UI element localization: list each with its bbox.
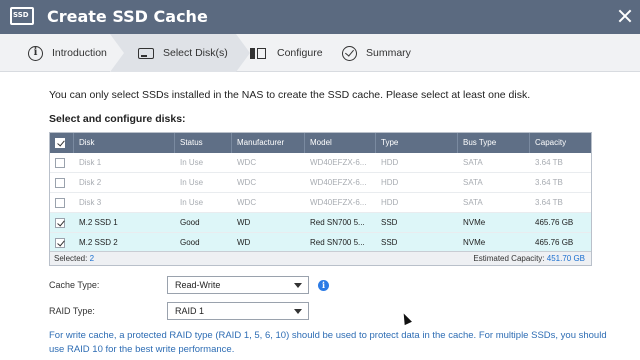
table-row[interactable]: M.2 SSD 2 Good WD Red SN700 5... SSD NVM… [50, 233, 591, 253]
cell-capacity: 3.64 TB [535, 178, 563, 187]
step-label: Introduction [52, 47, 107, 59]
row-checkbox[interactable] [55, 198, 65, 208]
cell-manufacturer: WDC [237, 178, 257, 187]
cell-status: Good [180, 218, 200, 227]
chevron-down-icon [294, 283, 302, 288]
cell-model: WD40EFZX-6... [310, 158, 367, 167]
step-divider [110, 34, 124, 72]
row-checkbox[interactable] [55, 238, 65, 248]
cell-status: In Use [180, 158, 204, 167]
cell-type: HDD [381, 158, 399, 167]
ssd-icon-label: SSD [13, 11, 29, 19]
close-icon[interactable] [618, 9, 632, 23]
cell-capacity: 465.76 GB [535, 238, 574, 247]
info-icon[interactable]: i [318, 280, 329, 291]
raid-type-label: RAID Type: [49, 306, 95, 316]
step-introduction[interactable]: i Introduction [0, 34, 110, 72]
row-checkbox[interactable] [55, 158, 65, 168]
instruction-text: You can only select SSDs installed in th… [49, 89, 531, 101]
capacity-value: 451.70 GB [546, 254, 585, 263]
step-select-disks[interactable]: Select Disk(s) [110, 34, 236, 72]
cell-type: HDD [381, 178, 399, 187]
column-header-capacity[interactable]: Capacity [530, 133, 591, 153]
column-header-disk[interactable]: Disk [74, 133, 175, 153]
cell-disk: M.2 SSD 2 [79, 238, 118, 247]
cell-manufacturer: WDC [237, 158, 257, 167]
row-checkbox[interactable] [55, 178, 65, 188]
select-all-checkbox[interactable] [55, 138, 65, 148]
cell-disk: Disk 3 [79, 198, 102, 207]
disk-icon [138, 47, 154, 59]
check-circle-icon [342, 45, 357, 61]
step-summary[interactable]: Summary [342, 34, 442, 72]
cell-status: In Use [180, 198, 204, 207]
ssd-icon: SSD [10, 7, 34, 25]
select-all-cell [50, 133, 74, 153]
cell-model: Red SN700 5... [310, 238, 365, 247]
cache-type-label: Cache Type: [49, 280, 100, 290]
cell-manufacturer: WD [237, 238, 251, 247]
table-footer: Selected: 2 Estimated Capacity: 451.70 G… [50, 251, 591, 265]
cell-manufacturer: WDC [237, 198, 257, 207]
cell-disk: Disk 2 [79, 178, 102, 187]
step-label: Configure [277, 47, 323, 59]
cache-type-value: Read-Write [175, 280, 221, 290]
cell-manufacturer: WD [237, 218, 251, 227]
column-header-status[interactable]: Status [175, 133, 232, 153]
selected-label-text: Selected: [54, 254, 88, 263]
table-row[interactable]: M.2 SSD 1 Good WD Red SN700 5... SSD NVM… [50, 213, 591, 233]
table-row[interactable]: Disk 1 In Use WDC WD40EFZX-6... HDD SATA… [50, 153, 591, 173]
disk-table: Disk Status Manufacturer Model Type Bus … [49, 132, 592, 266]
selected-count-value: 2 [89, 254, 95, 263]
cell-type: SSD [381, 218, 398, 227]
cell-type: HDD [381, 198, 399, 207]
cell-bus-type: NVMe [463, 238, 486, 247]
capacity-label-text: Estimated Capacity: [473, 254, 545, 263]
step-configure[interactable]: Configure [250, 34, 335, 72]
cell-type: SSD [381, 238, 398, 247]
cell-capacity: 465.76 GB [535, 218, 574, 227]
step-divider [236, 34, 250, 72]
step-label: Summary [366, 47, 411, 59]
cell-capacity: 3.64 TB [535, 158, 563, 167]
cell-model: WD40EFZX-6... [310, 178, 367, 187]
table-header: Disk Status Manufacturer Model Type Bus … [50, 133, 591, 153]
cell-disk: Disk 1 [79, 158, 102, 167]
cell-model: WD40EFZX-6... [310, 198, 367, 207]
chevron-down-icon [294, 309, 302, 314]
cell-bus-type: NVMe [463, 218, 486, 227]
row-checkbox[interactable] [55, 218, 65, 228]
raid-type-select[interactable]: RAID 1 [167, 302, 309, 320]
wizard-steps: i Introduction Select Disk(s) Configure … [0, 34, 640, 72]
selected-count-label: Selected: 2 [54, 254, 94, 263]
raid-type-value: RAID 1 [175, 306, 205, 316]
raid-note: For write cache, a protected RAID type (… [49, 330, 607, 355]
table-row[interactable]: Disk 3 In Use WDC WD40EFZX-6... HDD SATA… [50, 193, 591, 213]
step-label: Select Disk(s) [163, 47, 228, 59]
section-title: Select and configure disks: [49, 113, 186, 125]
cell-model: Red SN700 5... [310, 218, 365, 227]
column-header-manufacturer[interactable]: Manufacturer [232, 133, 305, 153]
column-header-bus-type[interactable]: Bus Type [458, 133, 530, 153]
title-bar: SSD Create SSD Cache [0, 0, 640, 34]
cache-type-select[interactable]: Read-Write [167, 276, 309, 294]
estimated-capacity: Estimated Capacity: 451.70 GB [473, 254, 585, 263]
cell-bus-type: SATA [463, 158, 483, 167]
configure-icon [250, 47, 268, 59]
cell-status: Good [180, 238, 200, 247]
cell-status: In Use [180, 178, 204, 187]
cell-disk: M.2 SSD 1 [79, 218, 118, 227]
table-row[interactable]: Disk 2 In Use WDC WD40EFZX-6... HDD SATA… [50, 173, 591, 193]
window-title: Create SSD Cache [47, 7, 208, 26]
cell-bus-type: SATA [463, 178, 483, 187]
cell-capacity: 3.64 TB [535, 198, 563, 207]
cell-bus-type: SATA [463, 198, 483, 207]
column-header-model[interactable]: Model [305, 133, 376, 153]
column-header-type[interactable]: Type [376, 133, 458, 153]
info-circle-icon: i [28, 45, 43, 61]
mouse-cursor-icon [400, 311, 412, 326]
